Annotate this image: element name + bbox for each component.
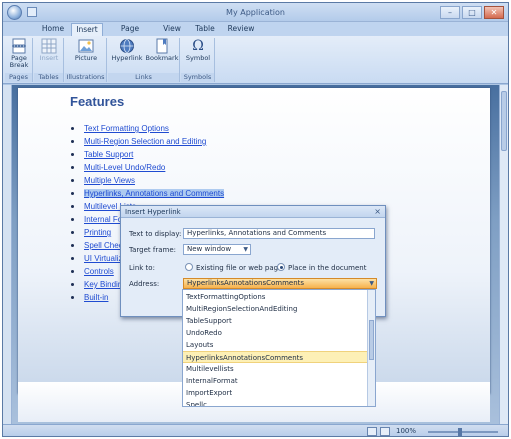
list-item[interactable]: Table Support xyxy=(70,148,224,161)
vertical-ruler xyxy=(3,85,12,425)
symbol-button[interactable]: Ω Symbol xyxy=(184,38,212,62)
zoom-slider[interactable] xyxy=(428,431,498,433)
dropdown-scrollbar-thumb[interactable] xyxy=(369,320,374,360)
tab-table[interactable]: Table xyxy=(191,23,219,36)
address-combobox[interactable]: HyperlinksAnnotationsComments ▼ xyxy=(183,278,377,289)
page-break-icon xyxy=(12,38,26,54)
print-layout-icon[interactable] xyxy=(367,427,377,436)
hyperlink-button[interactable]: Hyperlink xyxy=(110,38,144,62)
dialog-title: Insert Hyperlink xyxy=(121,206,385,218)
target-frame-value: New window xyxy=(187,245,232,253)
list-item[interactable]: Text Formatting Options xyxy=(70,122,224,135)
group-label-symbols: Symbols xyxy=(181,73,214,82)
dropdown-item[interactable]: TextFormattingOptions xyxy=(183,291,368,303)
address-value: HyperlinksAnnotationsComments xyxy=(187,279,305,287)
close-button[interactable]: ✕ xyxy=(484,6,504,19)
zoom-slider-thumb[interactable] xyxy=(458,428,462,436)
maximize-button[interactable]: □ xyxy=(462,6,482,19)
vertical-scrollbar[interactable] xyxy=(499,85,508,425)
group-links: Hyperlink Bookmark Links xyxy=(108,38,180,82)
chevron-down-icon: ▼ xyxy=(243,246,248,253)
ribbon-tabs: Home Insert Page Layout View Table Revie… xyxy=(3,22,508,45)
dropdown-item[interactable]: Multilevellists xyxy=(183,363,368,375)
dropdown-item-highlighted[interactable]: HyperlinksAnnotationsComments xyxy=(183,351,368,363)
web-layout-icon[interactable] xyxy=(380,427,390,436)
address-dropdown-list: TextFormattingOptions MultiRegionSelecti… xyxy=(182,289,376,407)
dropdown-item[interactable]: ImportExport xyxy=(183,387,368,399)
dialog-close-icon[interactable]: × xyxy=(374,206,381,218)
list-item[interactable]: Multiple Views xyxy=(70,174,224,187)
bookmark-button[interactable]: Bookmark xyxy=(145,38,179,62)
tab-home[interactable]: Home xyxy=(37,23,69,36)
ribbon: Page Break Pages Insert Tables Picture I… xyxy=(3,36,508,84)
window-title: My Application xyxy=(226,8,285,17)
list-item[interactable]: Multi-Level Undo/Redo xyxy=(70,161,224,174)
minimize-button[interactable]: – xyxy=(440,6,460,19)
tab-page-layout[interactable]: Page Layout xyxy=(107,23,153,45)
dropdown-item[interactable]: UndoRedo xyxy=(183,327,368,339)
list-item-selected[interactable]: Hyperlinks, Annotations and Comments xyxy=(70,187,225,200)
dropdown-item[interactable]: MultiRegionSelectionAndEditing xyxy=(183,303,368,315)
picture-icon xyxy=(78,39,94,53)
group-tables: Insert Tables xyxy=(34,38,64,82)
tab-view[interactable]: View xyxy=(159,23,185,36)
dropdown-item[interactable]: InternalFormat xyxy=(183,375,368,387)
table-icon xyxy=(41,38,57,54)
group-label-tables: Tables xyxy=(34,73,63,82)
group-pages: Page Break Pages xyxy=(5,38,33,82)
target-frame-select[interactable]: New window ▼ xyxy=(183,244,251,255)
scrollbar-thumb[interactable] xyxy=(501,91,507,151)
list-item[interactable]: Multi-Region Selection and Editing xyxy=(70,135,224,148)
dropdown-item[interactable]: Layouts xyxy=(183,339,368,351)
document-heading: Features xyxy=(70,94,125,109)
page-break-label: Page Break xyxy=(9,54,29,69)
bookmark-icon xyxy=(156,38,168,54)
dropdown-item[interactable]: Spellc xyxy=(183,399,368,406)
page-break-button[interactable]: Page Break xyxy=(7,38,31,69)
dropdown-item[interactable]: TableSupport xyxy=(183,315,368,327)
insert-table-button[interactable]: Insert xyxy=(37,38,61,62)
status-bar: 100% xyxy=(3,424,508,436)
window-controls: – □ ✕ xyxy=(440,6,504,19)
group-label-illustrations: Illustrations xyxy=(65,73,106,82)
radio-place-in-document-label[interactable]: Place in the document xyxy=(288,264,366,272)
group-label-pages: Pages xyxy=(5,73,32,82)
picture-label: Picture xyxy=(74,54,98,62)
omega-icon: Ω xyxy=(192,38,204,54)
text-to-display-input[interactable]: Hyperlinks, Annotations and Comments xyxy=(183,228,375,239)
zoom-level: 100% xyxy=(396,427,417,435)
symbol-label: Symbol xyxy=(185,54,211,62)
link-to-label: Link to: xyxy=(129,264,155,272)
insert-table-label: Insert xyxy=(39,54,59,62)
radio-existing-file-label[interactable]: Existing file or web page xyxy=(196,264,282,272)
group-label-links: Links xyxy=(108,73,179,82)
address-label: Address: xyxy=(129,280,160,288)
hyperlink-label: Hyperlink xyxy=(111,54,143,62)
bookmark-label: Bookmark xyxy=(145,54,179,62)
target-frame-label: Target frame: xyxy=(129,246,176,254)
title-bar: My Application – □ ✕ xyxy=(3,3,508,22)
text-to-display-label: Text to display: xyxy=(129,230,182,238)
globe-link-icon xyxy=(120,39,134,53)
picture-button[interactable]: Picture xyxy=(73,38,99,62)
group-illustrations: Picture Illustrations xyxy=(65,38,107,82)
tab-insert[interactable]: Insert xyxy=(71,23,103,36)
chevron-down-icon: ▼ xyxy=(369,280,374,287)
radio-place-in-document[interactable] xyxy=(277,263,285,271)
tab-review[interactable]: Review xyxy=(225,23,257,36)
radio-existing-file[interactable] xyxy=(185,263,193,271)
group-symbols: Ω Symbol Symbols xyxy=(181,38,215,82)
dropdown-scrollbar[interactable] xyxy=(367,290,375,406)
